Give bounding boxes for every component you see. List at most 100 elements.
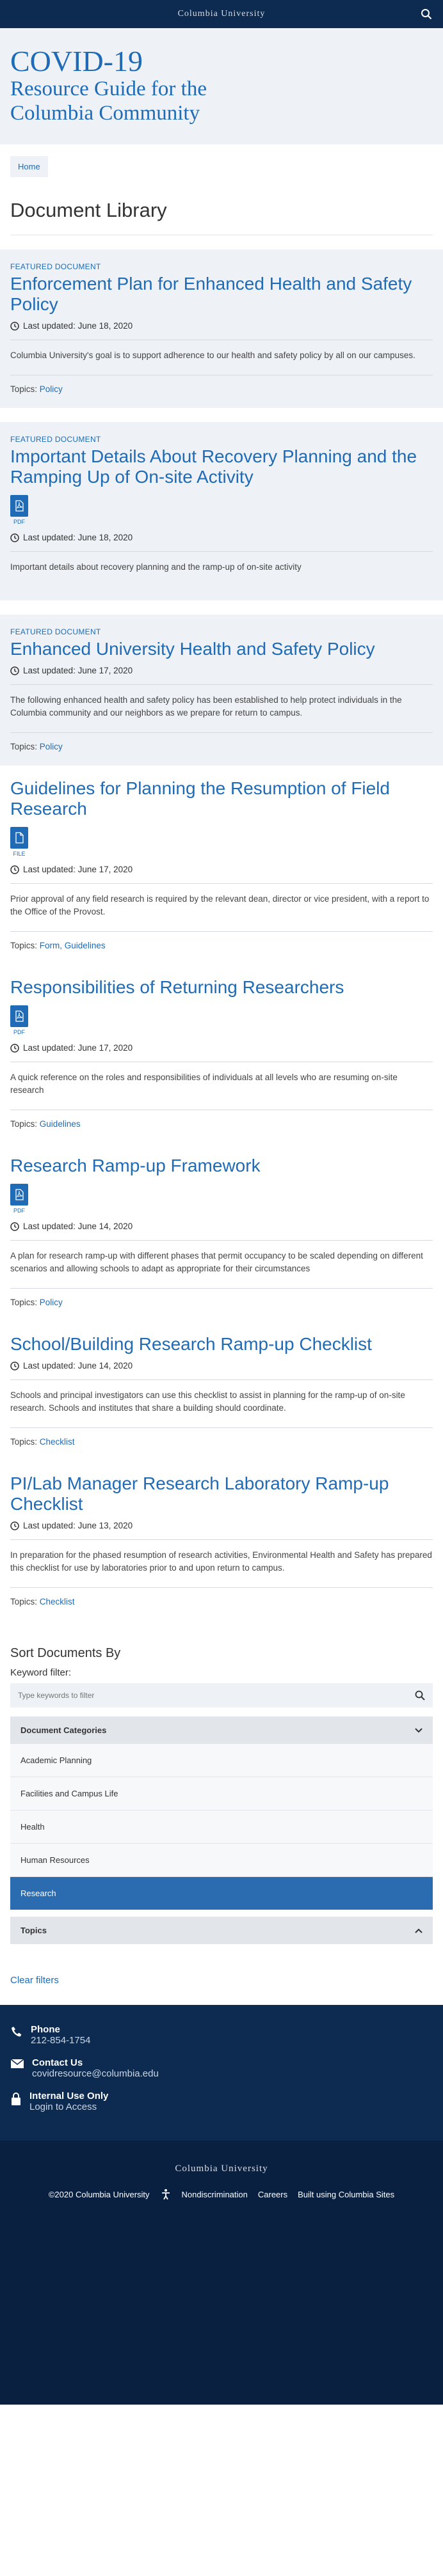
hero-banner: COVID-19 Resource Guide for the Columbia…: [0, 28, 443, 145]
document-description: Schools and principal investigators can …: [10, 1390, 405, 1413]
contact-internal: Internal Use Only Login to Access: [10, 2091, 433, 2112]
pdf-download[interactable]: PDF: [10, 495, 28, 525]
lock-icon: [12, 2093, 20, 2105]
document-title-link[interactable]: Enhanced University Health and Safety Po…: [10, 639, 375, 659]
document-title-link[interactable]: Enforcement Plan for Enhanced Health and…: [10, 274, 412, 314]
document-title-link[interactable]: Responsibilities of Returning Researcher…: [10, 977, 344, 997]
topics-label: Topics:: [10, 742, 38, 751]
pdf-download[interactable]: PDF: [10, 1184, 28, 1214]
envelope-icon: [10, 2059, 24, 2068]
pdf-file-icon: [10, 1184, 28, 1206]
topic-link[interactable]: Form, Guidelines: [40, 941, 106, 950]
nondiscrimination-link[interactable]: Nondiscrimination: [182, 2190, 248, 2199]
topics-toggle[interactable]: Topics: [10, 1917, 433, 1944]
keyword-filter-label: Keyword filter:: [10, 1667, 72, 1678]
keyword-filter-input[interactable]: [18, 1691, 415, 1700]
topic-link[interactable]: Policy: [40, 384, 63, 394]
topics-label: Topics:: [10, 941, 38, 950]
clock-icon: [10, 533, 19, 542]
topic-link[interactable]: Policy: [40, 742, 63, 751]
document-topics: Topics: Policy: [10, 732, 433, 751]
document-description: In preparation for the phased resumption…: [10, 1550, 432, 1573]
email-link[interactable]: covidresource@columbia.edu: [32, 2068, 159, 2079]
phone-label: Phone: [31, 2024, 60, 2035]
document-card: Featured Document Enhanced University He…: [0, 615, 443, 766]
document-card: Featured Document Enforcement Plan for E…: [0, 249, 443, 408]
chevron-up-icon: [415, 1928, 423, 1933]
document-description: Columbia University's goal is to support…: [10, 350, 415, 360]
clock-icon: [10, 666, 19, 675]
file-icon: [10, 827, 28, 849]
breadcrumb: Home: [0, 145, 443, 180]
topics-label: Topics:: [10, 1437, 38, 1447]
file-type-label: FILE: [13, 851, 26, 857]
category-research[interactable]: Research: [10, 1877, 433, 1910]
topics-heading: Topics: [20, 1926, 47, 1935]
featured-label: Featured Document: [10, 627, 101, 636]
last-updated-text: Last updated: June 17, 2020: [23, 865, 133, 874]
site-title-line-1: COVID-19: [10, 45, 143, 77]
featured-label: Featured Document: [10, 262, 101, 271]
document-title-link[interactable]: Important Details About Recovery Plannin…: [10, 446, 417, 487]
pdf-file-icon: [10, 1005, 28, 1027]
category-health[interactable]: Health: [10, 1810, 433, 1844]
category-academic-planning[interactable]: Academic Planning: [10, 1744, 433, 1777]
chevron-down-icon: [415, 1727, 423, 1732]
categories-heading: Document Categories: [20, 1725, 107, 1735]
pdf-download[interactable]: PDF: [10, 1005, 28, 1035]
login-link[interactable]: Login to Access: [29, 2101, 97, 2112]
site-title[interactable]: COVID-19 Resource Guide for the Columbia…: [10, 46, 433, 125]
last-updated-text: Last updated: June 13, 2020: [23, 1521, 133, 1530]
clock-icon: [10, 1521, 19, 1530]
site-title-line-3: Columbia Community: [10, 102, 200, 125]
document-title-link[interactable]: School/Building Research Ramp-up Checkli…: [10, 1334, 372, 1354]
document-title-link[interactable]: Research Ramp-up Framework: [10, 1156, 261, 1175]
copyright-link[interactable]: ©2020 Columbia University: [49, 2190, 150, 2199]
topic-link[interactable]: Checklist: [40, 1437, 75, 1447]
phone-number[interactable]: 212-854-1754: [31, 2035, 90, 2046]
contact-footer: Phone 212-854-1754 Contact Us covidresou…: [0, 2005, 443, 2140]
topics-label: Topics:: [10, 384, 38, 394]
topic-link[interactable]: Guidelines: [40, 1119, 81, 1129]
careers-link[interactable]: Careers: [258, 2190, 287, 2199]
clock-icon: [10, 1361, 19, 1370]
last-updated-text: Last updated: June 17, 2020: [23, 666, 133, 675]
search-icon[interactable]: [417, 5, 435, 23]
university-brand[interactable]: Columbia University: [178, 9, 266, 19]
featured-label: Featured Document: [10, 435, 101, 444]
sort-panel: Sort Documents By Keyword filter: Docume…: [0, 1621, 443, 1957]
last-updated: Last updated: June 14, 2020: [10, 1221, 433, 1241]
document-title-link[interactable]: PI/Lab Manager Research Laboratory Ramp-…: [10, 1473, 389, 1514]
file-type-label: PDF: [13, 1029, 25, 1035]
topic-link[interactable]: Checklist: [40, 1597, 75, 1606]
document-categories-toggle[interactable]: Document Categories: [10, 1716, 433, 1744]
top-bar: Columbia University: [0, 0, 443, 28]
footer-brand[interactable]: Columbia University: [10, 2164, 433, 2174]
built-with-link[interactable]: Built using Columbia Sites: [298, 2190, 394, 2199]
document-title-link[interactable]: Guidelines for Planning the Resumption o…: [10, 778, 390, 819]
last-updated-text: Last updated: June 17, 2020: [23, 1043, 133, 1053]
category-human-resources[interactable]: Human Resources: [10, 1844, 433, 1877]
internal-use-label: Internal Use Only: [29, 2091, 109, 2101]
topic-link[interactable]: Policy: [40, 1298, 63, 1307]
category-facilities-campus-life[interactable]: Facilities and Campus Life: [10, 1777, 433, 1810]
clock-icon: [10, 1221, 19, 1231]
clock-icon: [10, 865, 19, 874]
clear-filters-row: Clear filters: [0, 1957, 443, 2005]
breadcrumb-home-link[interactable]: Home: [18, 162, 40, 171]
clear-filters-link[interactable]: Clear filters: [10, 1975, 59, 1986]
sort-heading: Sort Documents By: [10, 1646, 121, 1660]
email-label: Contact Us: [32, 2057, 83, 2068]
file-type-label: PDF: [13, 1207, 25, 1214]
last-updated: Last updated: June 17, 2020: [10, 865, 433, 884]
file-download[interactable]: FILE: [10, 827, 28, 857]
site-title-line-2: Resource Guide for the: [10, 77, 207, 100]
last-updated-text: Last updated: June 18, 2020: [23, 321, 133, 331]
footer-links: ©2020 Columbia University Nondiscriminat…: [10, 2188, 433, 2200]
site-footer: Columbia University ©2020 Columbia Unive…: [0, 2140, 443, 2405]
last-updated: Last updated: June 17, 2020: [10, 666, 433, 685]
document-card: Guidelines for Planning the Resumption o…: [0, 766, 443, 964]
document-topics: Topics: Checklist: [10, 1587, 433, 1606]
document-description: A quick reference on the roles and respo…: [10, 1072, 398, 1095]
document-card: Responsibilities of Returning Researcher…: [0, 964, 443, 1143]
